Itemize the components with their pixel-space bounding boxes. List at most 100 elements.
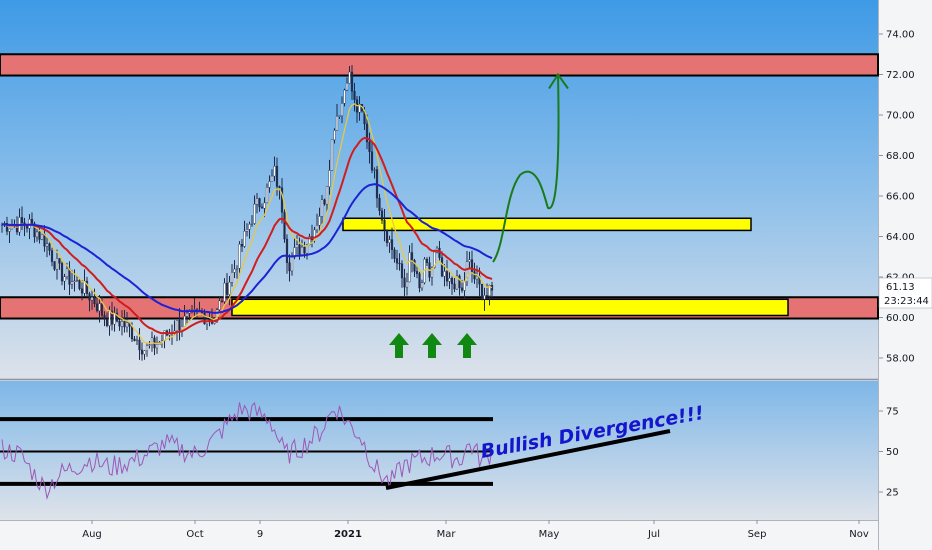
- candle-body: [108, 310, 111, 326]
- price-tick-label: 70.00: [886, 111, 915, 122]
- candle-body: [410, 252, 414, 261]
- candle-body: [138, 339, 141, 351]
- candle-body: [398, 262, 401, 265]
- candle-body: [323, 199, 326, 205]
- candle-body: [8, 228, 11, 232]
- candle-body: [483, 295, 486, 300]
- candle-body: [248, 224, 251, 230]
- candle-body: [473, 271, 476, 280]
- candle-body: [20, 217, 24, 223]
- candle-body: [255, 198, 259, 205]
- candle-body: [35, 231, 39, 238]
- candle-body: [40, 233, 44, 240]
- candle-body: [220, 300, 224, 302]
- candle-body: [233, 268, 236, 273]
- candle-body: [118, 321, 121, 327]
- candle-body: [240, 244, 244, 247]
- candle-body: [88, 293, 91, 301]
- candle-body: [320, 199, 324, 217]
- price-tick-label: 60.00: [886, 313, 915, 324]
- last-price-label: 61.13 23:23:44: [878, 277, 932, 309]
- oscillator-tick-label: 75: [886, 407, 899, 418]
- candle-body: [68, 268, 71, 285]
- chart-canvas: 74.0072.0070.0068.0066.0064.0062.0060.00…: [0, 0, 932, 550]
- candle-body: [268, 181, 271, 188]
- candle-body: [75, 279, 79, 282]
- candle-body: [55, 258, 59, 270]
- candle-body: [123, 321, 126, 328]
- candle-body: [230, 272, 234, 283]
- candle-body: [458, 275, 461, 289]
- candle-body: [443, 271, 446, 277]
- candle-body: [125, 322, 129, 328]
- candle-body: [143, 350, 146, 355]
- candle-body: [95, 303, 99, 312]
- price-tick-label: 58.00: [886, 354, 915, 365]
- candle-body: [103, 315, 106, 320]
- candle-body: [475, 275, 479, 280]
- candle-body: [285, 238, 289, 263]
- candle-body: [373, 169, 376, 171]
- candle-body: [275, 165, 279, 187]
- candle-body: [345, 82, 349, 91]
- candle-body: [135, 339, 139, 342]
- price-tick-label: 72.00: [886, 70, 915, 81]
- candle-body: [178, 319, 181, 331]
- candle-body: [265, 187, 269, 204]
- candle-body: [65, 268, 69, 277]
- last-price-value: 61.13: [886, 282, 915, 293]
- candle-body: [418, 273, 421, 289]
- breakout-level-box: [342, 217, 752, 232]
- candle-body: [415, 271, 419, 274]
- candle-body: [60, 263, 64, 282]
- time-tick-label: Mar: [437, 529, 457, 540]
- candle-body: [283, 211, 286, 240]
- candle-body: [48, 243, 51, 251]
- candle-body: [353, 91, 356, 100]
- candle-body: [448, 278, 451, 282]
- candle-body: [295, 244, 299, 248]
- price-tick-label: 68.00: [886, 151, 915, 162]
- candle-body: [318, 216, 321, 226]
- candle-body: [50, 250, 54, 262]
- candle-body: [440, 257, 444, 277]
- countdown-timer: 23:23:44: [884, 296, 929, 307]
- candle-body: [343, 89, 346, 104]
- oscillator-tick-label: 50: [886, 447, 899, 458]
- candle-body: [30, 219, 34, 224]
- candle-body: [453, 283, 456, 290]
- support-highlight-box: [231, 298, 789, 317]
- candle-body: [485, 295, 489, 297]
- candle-body: [253, 204, 256, 224]
- candle-body: [348, 71, 351, 84]
- time-tick-label: May: [539, 529, 560, 540]
- candle-body: [73, 280, 76, 282]
- candle-body: [145, 345, 149, 352]
- price-tick-label: 74.00: [886, 30, 915, 41]
- candle-body: [243, 231, 246, 247]
- resistance-zone: [0, 53, 879, 77]
- candle-body: [175, 319, 179, 332]
- candle-body: [245, 229, 249, 232]
- candle-body: [223, 282, 226, 302]
- candle-body: [288, 262, 291, 272]
- candle-body: [238, 244, 241, 269]
- candle-body: [380, 210, 384, 221]
- oscillator-tick-label: 25: [886, 488, 899, 499]
- candle-body: [368, 141, 371, 152]
- candle-body: [183, 315, 186, 327]
- candle-body: [393, 249, 396, 259]
- candle-body: [45, 243, 49, 247]
- candle-body: [113, 312, 116, 325]
- candle-body: [133, 338, 136, 341]
- time-tick-label: 2021: [334, 529, 362, 540]
- candle-body: [150, 337, 154, 345]
- candle-body: [340, 103, 344, 116]
- time-tick-label: 9: [257, 529, 263, 540]
- candle-body: [278, 186, 281, 189]
- candle-body: [80, 288, 84, 294]
- candle-body: [290, 257, 294, 272]
- candle-body: [378, 197, 381, 212]
- candle-body: [328, 170, 331, 187]
- time-tick-label: Jul: [647, 529, 660, 540]
